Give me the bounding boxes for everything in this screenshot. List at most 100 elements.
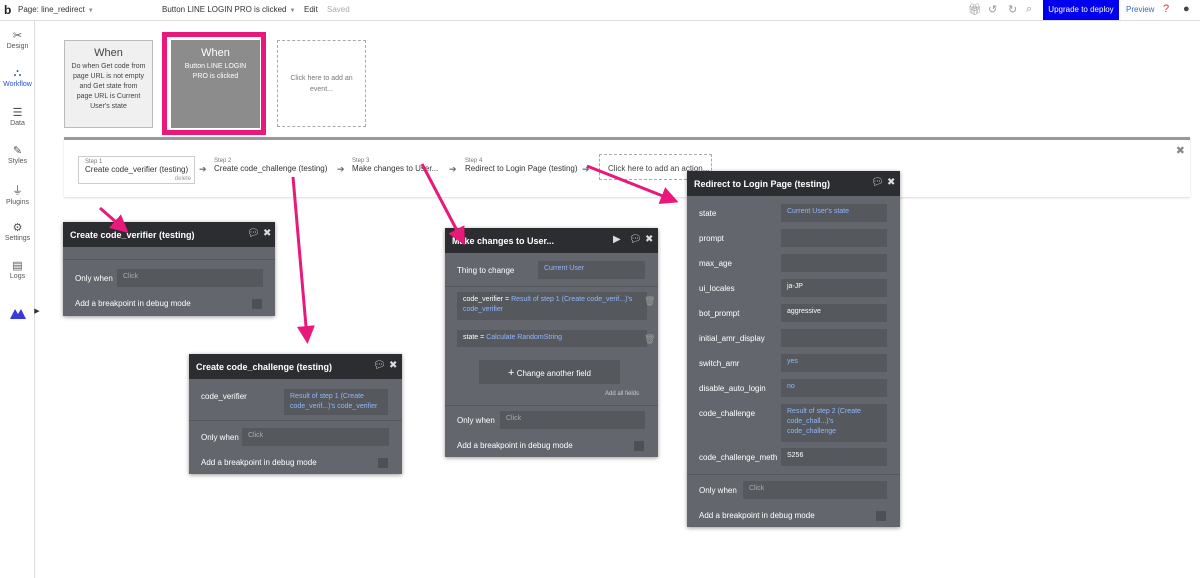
step-2[interactable]: Step 2 Create code_challenge (testing) bbox=[214, 158, 327, 173]
field-initial-amr-display[interactable] bbox=[781, 329, 887, 347]
breakpoint-label: Add a breakpoint in debug mode bbox=[75, 299, 191, 308]
field-label: code_verifier bbox=[201, 392, 247, 401]
sidebar-item-plugins[interactable]: ⏚ Plugins bbox=[0, 182, 35, 206]
field-disable-auto-login[interactable]: no bbox=[781, 379, 887, 397]
field-code-challenge[interactable]: Result of step 2 (Create code_chall...)'… bbox=[781, 404, 887, 442]
step-title: Make changes to User... bbox=[352, 164, 439, 173]
field-label-state: state bbox=[699, 209, 717, 218]
field-label-code-challenge-method: code_challenge_meth bbox=[699, 453, 778, 462]
top-bar: b Page: line_redirect ▼ Button LINE LOGIN… bbox=[0, 0, 1200, 21]
field-label: state = bbox=[463, 334, 485, 341]
step-title: Create code_challenge (testing) bbox=[214, 164, 328, 173]
sidebar-item-workflow[interactable]: ⛬ Workflow bbox=[0, 67, 35, 88]
field-label-prompt: prompt bbox=[699, 234, 724, 243]
close-icon[interactable]: ✖ bbox=[263, 228, 271, 239]
trash-icon[interactable]: 🗑︎ bbox=[644, 334, 655, 345]
close-icon[interactable]: ✖ bbox=[887, 177, 895, 188]
page-selector-label: Page: line_redirect bbox=[18, 5, 85, 14]
breakpoint-checkbox[interactable] bbox=[634, 441, 644, 451]
step-1[interactable]: Step 1 Create code_verifier (testing) de… bbox=[78, 156, 196, 184]
sidebar-item-label: Logs bbox=[9, 273, 26, 280]
breakpoint-checkbox[interactable] bbox=[876, 511, 886, 521]
field-ui-locales[interactable]: ja-JP bbox=[781, 279, 887, 297]
step-title: Create code_verifier (testing) bbox=[85, 165, 189, 174]
arrow-right-icon: ➔ bbox=[199, 164, 207, 174]
account-icon[interactable]: ● bbox=[1183, 3, 1190, 15]
add-all-fields-link[interactable]: Add all fields bbox=[605, 391, 639, 397]
add-event-button[interactable]: Click here to add an event... bbox=[277, 40, 366, 127]
sidebar-item-label: Settings bbox=[4, 235, 31, 242]
step-3[interactable]: Step 3 Make changes to User... bbox=[352, 158, 438, 173]
arrow-right-icon: ➔ bbox=[449, 164, 457, 174]
sidebar-item-styles[interactable]: ✎ Styles bbox=[0, 144, 35, 165]
trash-icon[interactable]: 🗑︎ bbox=[644, 296, 655, 307]
arrow-right-icon: ➔ bbox=[582, 164, 590, 174]
change-another-field-button[interactable]: + Change another field bbox=[479, 360, 620, 384]
panel-redirect-login: Redirect to Login Page (testing) 💬︎ ✖ st… bbox=[687, 171, 900, 527]
step-4[interactable]: Step 4 Redirect to Login Page (testing) bbox=[465, 158, 578, 173]
only-when-field[interactable]: Click bbox=[500, 411, 645, 429]
field-state[interactable]: Current User's state bbox=[781, 204, 887, 222]
event-description: Do when Get code from page URL is not em… bbox=[71, 63, 146, 110]
breakpoint-checkbox[interactable] bbox=[252, 299, 262, 309]
undo-icon[interactable]: ↺ bbox=[988, 3, 997, 16]
comment-icon[interactable]: 💬︎ bbox=[373, 360, 386, 371]
code-verifier-field[interactable]: Result of step 1 (Create code_verif...)'… bbox=[284, 389, 388, 415]
page-selector[interactable]: Page: line_redirect ▼ bbox=[18, 5, 94, 14]
bubble-brand-icon[interactable] bbox=[0, 307, 35, 321]
panel-title-text: Create code_challenge (testing) bbox=[196, 362, 333, 372]
play-icon[interactable]: ▶ bbox=[613, 234, 621, 245]
breakpoint-checkbox[interactable] bbox=[378, 458, 388, 468]
breakpoint-label: Add a breakpoint in debug mode bbox=[699, 511, 815, 520]
sidebar-item-label: Data bbox=[10, 120, 25, 127]
panel-create-code-verifier: Create code_verifier (testing) 💬︎ ✖ Only… bbox=[63, 222, 275, 316]
sidebar-item-data[interactable]: ☰ Data bbox=[0, 106, 35, 127]
divider bbox=[445, 405, 658, 406]
event-selector[interactable]: Button LINE LOGIN PRO is clicked ▼ bbox=[162, 5, 295, 14]
database-icon: ☰ bbox=[12, 107, 23, 119]
only-when-field[interactable]: Click bbox=[242, 428, 389, 446]
logs-icon: ▤ bbox=[12, 260, 23, 272]
search-icon[interactable]: ⌕ bbox=[1026, 3, 1032, 16]
gift-icon[interactable]: 🎁︎ bbox=[968, 3, 982, 16]
field-switch-amr[interactable]: yes bbox=[781, 354, 887, 372]
divider bbox=[687, 474, 900, 475]
saved-status: Saved bbox=[327, 5, 350, 14]
delete-step-link[interactable]: delete bbox=[175, 176, 191, 182]
close-icon[interactable]: ✖ bbox=[1176, 144, 1185, 157]
only-when-label: Only when bbox=[75, 274, 113, 283]
comment-icon[interactable]: 💬︎ bbox=[247, 228, 260, 239]
field-code-challenge-method[interactable]: S256 bbox=[781, 448, 887, 466]
only-when-field[interactable]: Click bbox=[743, 481, 887, 499]
divider bbox=[63, 259, 275, 260]
help-icon[interactable]: ? bbox=[1163, 3, 1169, 15]
thing-to-change-field[interactable]: Current User bbox=[538, 261, 645, 279]
field-row-code-verifier[interactable]: code_verifier = Result of step 1 (Create… bbox=[457, 292, 647, 320]
field-row-state[interactable]: state = Calculate RandomString bbox=[457, 330, 647, 347]
close-icon[interactable]: ✖ bbox=[389, 360, 397, 371]
field-prompt[interactable] bbox=[781, 229, 887, 247]
only-when-field[interactable]: Click bbox=[117, 269, 263, 287]
panel-title-text: Redirect to Login Page (testing) bbox=[694, 179, 831, 189]
field-bot-prompt[interactable]: aggressive bbox=[781, 304, 887, 322]
sidebar-item-settings[interactable]: ⚙ Settings bbox=[0, 221, 35, 242]
expand-panel-icon[interactable]: ▶ bbox=[33, 307, 41, 315]
field-label-bot-prompt: bot_prompt bbox=[699, 309, 740, 318]
bubble-logo[interactable]: b bbox=[4, 3, 11, 17]
sidebar-item-design[interactable]: ✂ Design bbox=[0, 29, 35, 50]
preview-link[interactable]: Preview bbox=[1126, 5, 1154, 14]
field-label-max-age: max_age bbox=[699, 259, 732, 268]
panel-make-changes: Make changes to User... ▶ 💬︎ ✖ Thing to … bbox=[445, 228, 658, 457]
plug-icon: ⏚ bbox=[12, 185, 23, 197]
comment-icon[interactable]: 💬︎ bbox=[629, 234, 642, 245]
redo-icon[interactable]: ↻ bbox=[1008, 3, 1017, 16]
field-max-age[interactable] bbox=[781, 254, 887, 272]
close-icon[interactable]: ✖ bbox=[645, 234, 653, 245]
event-card-page-load[interactable]: When Do when Get code from page URL is n… bbox=[64, 40, 153, 128]
edit-menu[interactable]: Edit bbox=[304, 5, 318, 14]
sidebar-item-label: Styles bbox=[7, 158, 28, 165]
comment-icon[interactable]: 💬︎ bbox=[871, 177, 884, 188]
upgrade-to-deploy-button[interactable]: Upgrade to deploy bbox=[1043, 0, 1119, 20]
sidebar-item-logs[interactable]: ▤ Logs bbox=[0, 259, 35, 280]
arrow-right-icon: ➔ bbox=[337, 164, 345, 174]
